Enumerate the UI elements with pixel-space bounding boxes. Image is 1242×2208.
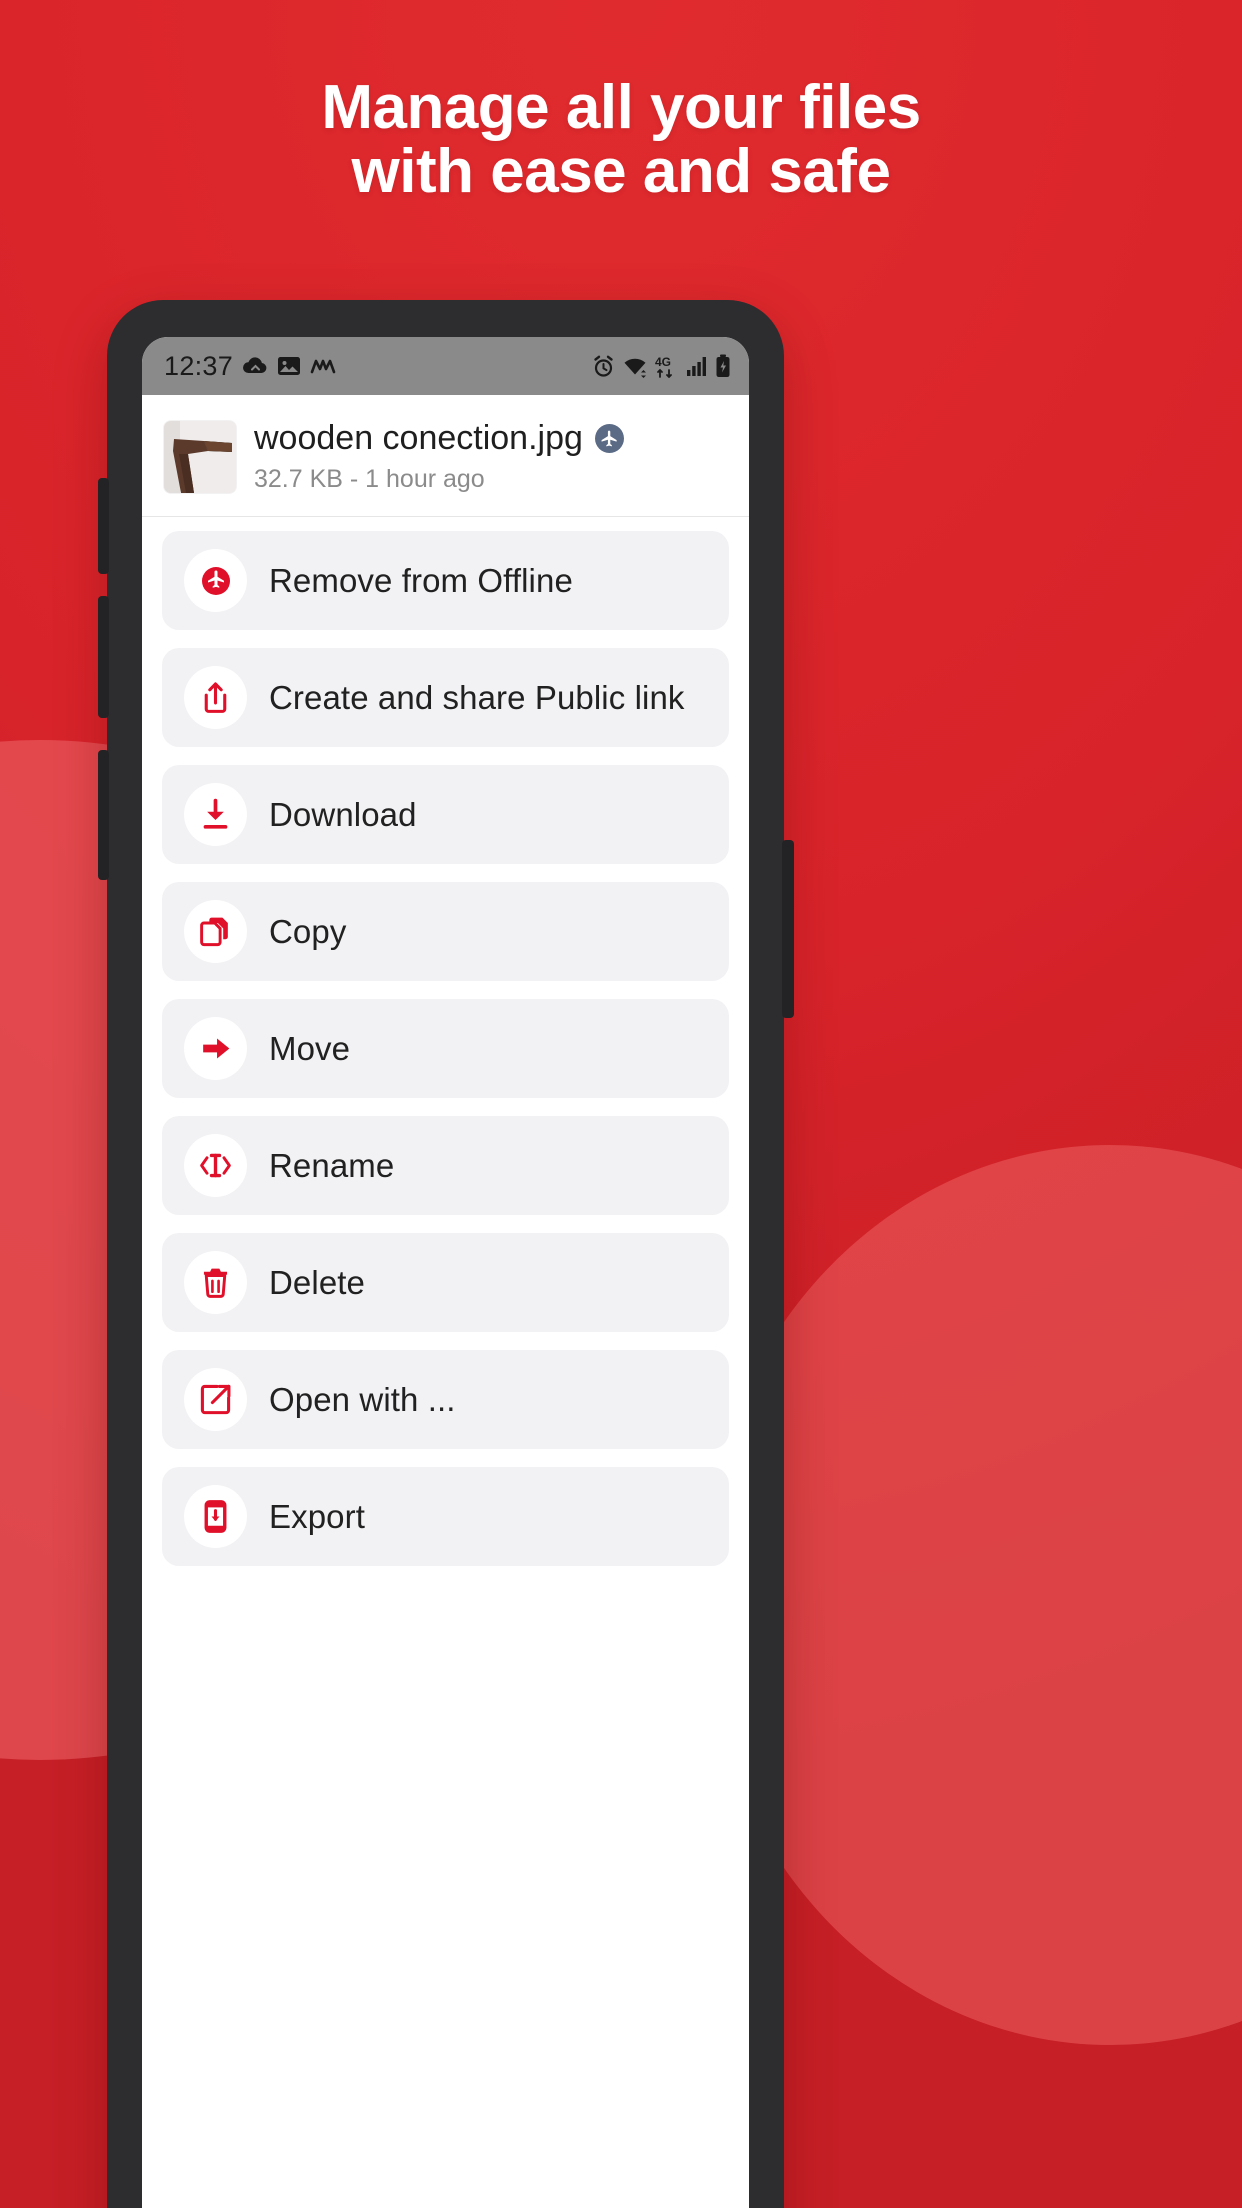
menu-item-label: Copy [269,912,347,950]
menu-item-export[interactable]: Export [162,1467,729,1566]
signal-bars-icon [686,355,708,377]
menu-item-create-and-share-public-link[interactable]: Create and share Public link [162,648,729,747]
external-link-icon [184,1368,247,1431]
menu-item-open-with[interactable]: Open with ... [162,1350,729,1449]
alarm-icon [592,355,615,378]
menu-item-copy[interactable]: Copy [162,882,729,981]
svg-text:4G: 4G [655,355,671,369]
file-subtitle: 32.7 KB - 1 hour ago [254,465,485,493]
menu-item-download[interactable]: Download [162,765,729,864]
file-name-row: wooden conection.jpg [254,419,624,458]
volume-down-button[interactable] [98,596,109,718]
status-bar-left: 12:37 [164,351,336,382]
menu-item-move[interactable]: Move [162,999,729,1098]
file-action-menu: Remove from Offline Create and share Pub… [142,517,749,1566]
battery-icon [715,354,731,378]
menu-item-delete[interactable]: Delete [162,1233,729,1332]
arrow-right-icon [184,1017,247,1080]
airplane-circle-icon [184,549,247,612]
trash-icon [184,1251,247,1314]
power-button[interactable] [782,840,794,1018]
volume-up-button[interactable] [98,478,109,574]
share-upload-icon [184,666,247,729]
menu-item-label: Download [269,795,417,833]
headline-line-1: Manage all your files [321,73,921,142]
file-thumbnail[interactable] [164,420,236,493]
promo-headline: Manage all your files with ease and safe [0,73,1242,207]
copy-documents-icon [184,900,247,963]
download-icon [184,783,247,846]
app-m-icon [310,356,336,376]
image-icon [277,355,301,377]
status-bar: 12:37 4G [142,337,749,395]
status-time: 12:37 [164,350,234,381]
offline-available-badge [594,424,624,453]
cloud-icon [242,355,268,377]
menu-item-label: Remove from Offline [269,561,573,599]
headline-line-2: with ease and safe [351,137,891,207]
menu-item-remove-from-offline[interactable]: Remove from Offline [162,531,729,630]
rename-cursor-icon [184,1134,247,1197]
menu-item-label: Create and share Public link [269,678,685,716]
file-header[interactable]: wooden conection.jpg 32.7 KB - 1 hour ag… [142,395,749,517]
network-4g-icon: 4G [655,355,679,378]
menu-item-label: Move [269,1029,351,1067]
menu-item-label: Open with ... [269,1380,456,1418]
menu-item-label: Export [269,1497,365,1535]
menu-item-rename[interactable]: Rename [162,1116,729,1215]
file-name: wooden conection.jpg [254,419,583,457]
mute-button[interactable] [98,750,109,880]
phone-mockup: 12:37 4G wooden conection.jpg 32.7 KB - … [98,300,794,2208]
wifi-icon [622,355,648,378]
file-meta: wooden conection.jpg 32.7 KB - 1 hour ag… [254,419,624,494]
menu-item-label: Rename [269,1146,395,1184]
status-bar-right: 4G [592,354,731,378]
phone-screen: 12:37 4G wooden conection.jpg 32.7 KB - … [142,337,749,2208]
menu-item-label: Delete [269,1263,365,1301]
device-export-icon [184,1485,247,1548]
